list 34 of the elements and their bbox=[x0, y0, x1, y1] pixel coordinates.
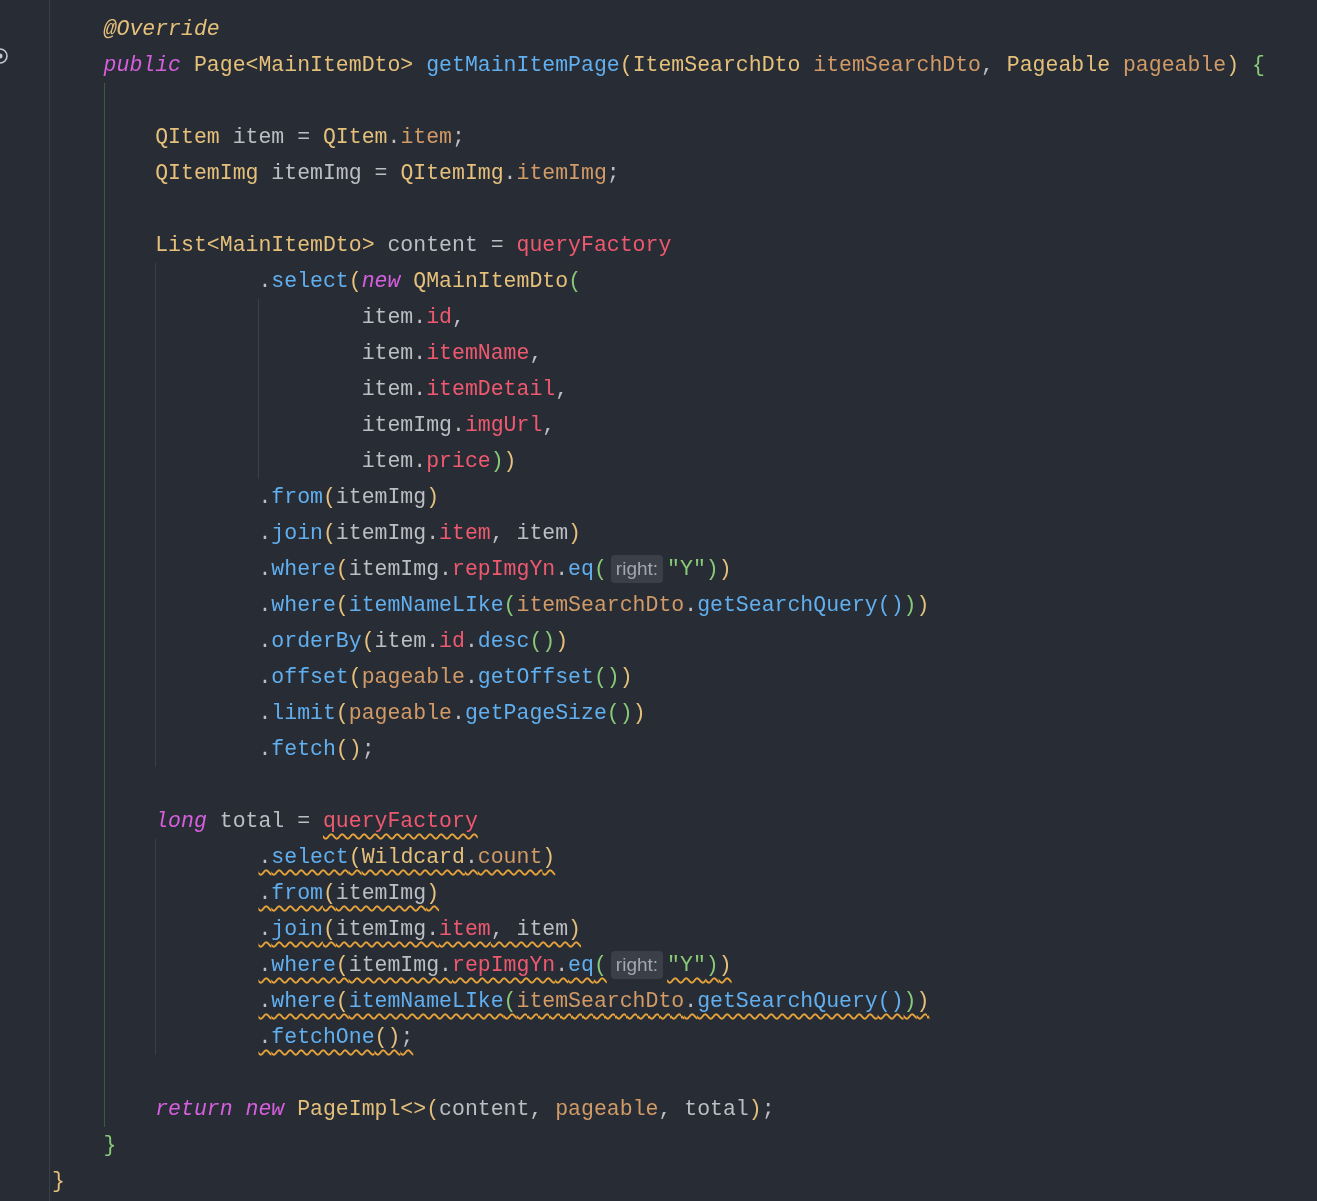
code-text: public Page<MainItemDto> getMainItemPage(ItemSearchDto itemSearchDto, Pageable pageable) { bbox=[102, 52, 1265, 79]
code-text: .fetchOne(); bbox=[52, 1019, 414, 1055]
code-text: .where(itemImg.repImgYn.eq( bbox=[52, 947, 607, 983]
code-text: .limit(pageable.getPageSize()) bbox=[52, 695, 646, 731]
code-text: .from(itemImg) bbox=[52, 479, 440, 515]
parameter-hint: right: bbox=[610, 555, 664, 583]
code-text: .select(Wildcard.count) bbox=[52, 839, 556, 875]
code-text: @Override bbox=[102, 16, 220, 43]
code-text: "Y")) bbox=[667, 556, 732, 583]
code-text: itemImg.imgUrl, bbox=[52, 407, 556, 443]
code-text: .where(itemImg.repImgYn.eq( bbox=[52, 551, 607, 587]
code-text: QItem item = QItem.item; bbox=[52, 119, 465, 155]
code-text: item.itemName, bbox=[52, 335, 543, 371]
code-text: .orderBy(item.id.desc()) bbox=[52, 623, 569, 659]
code-text: long total = queryFactory bbox=[52, 803, 478, 839]
code-text: .offset(pageable.getOffset()) bbox=[52, 659, 633, 695]
gutter-icon[interactable] bbox=[0, 47, 8, 65]
code-text: item.itemDetail, bbox=[52, 371, 569, 407]
parameter-hint: right: bbox=[610, 951, 664, 979]
code-text: .select(new QMainItemDto( bbox=[52, 263, 582, 299]
code-text: item.id, bbox=[52, 299, 465, 335]
code-text: } bbox=[102, 1132, 117, 1159]
code-text: "Y")) bbox=[667, 952, 732, 979]
code-text: QItemImg itemImg = QItemImg.itemImg; bbox=[52, 155, 620, 191]
code-text: } bbox=[52, 1168, 65, 1195]
code-text: .from(itemImg) bbox=[52, 875, 440, 911]
code-text: .join(itemImg.item, item) bbox=[52, 911, 581, 947]
code-text: .join(itemImg.item, item) bbox=[52, 515, 581, 551]
code-text: .fetch(); bbox=[52, 731, 375, 767]
code-text: List<MainItemDto> content = queryFactory bbox=[52, 227, 672, 263]
code-text: item.price)) bbox=[52, 443, 517, 479]
code-text: .where(itemNameLIke(itemSearchDto.getSearchQuery())) bbox=[52, 587, 930, 623]
code-text: .where(itemNameLIke(itemSearchDto.getSearchQuery())) bbox=[52, 983, 930, 1019]
code-text: return new PageImpl<>(content, pageable, total); bbox=[52, 1091, 775, 1127]
